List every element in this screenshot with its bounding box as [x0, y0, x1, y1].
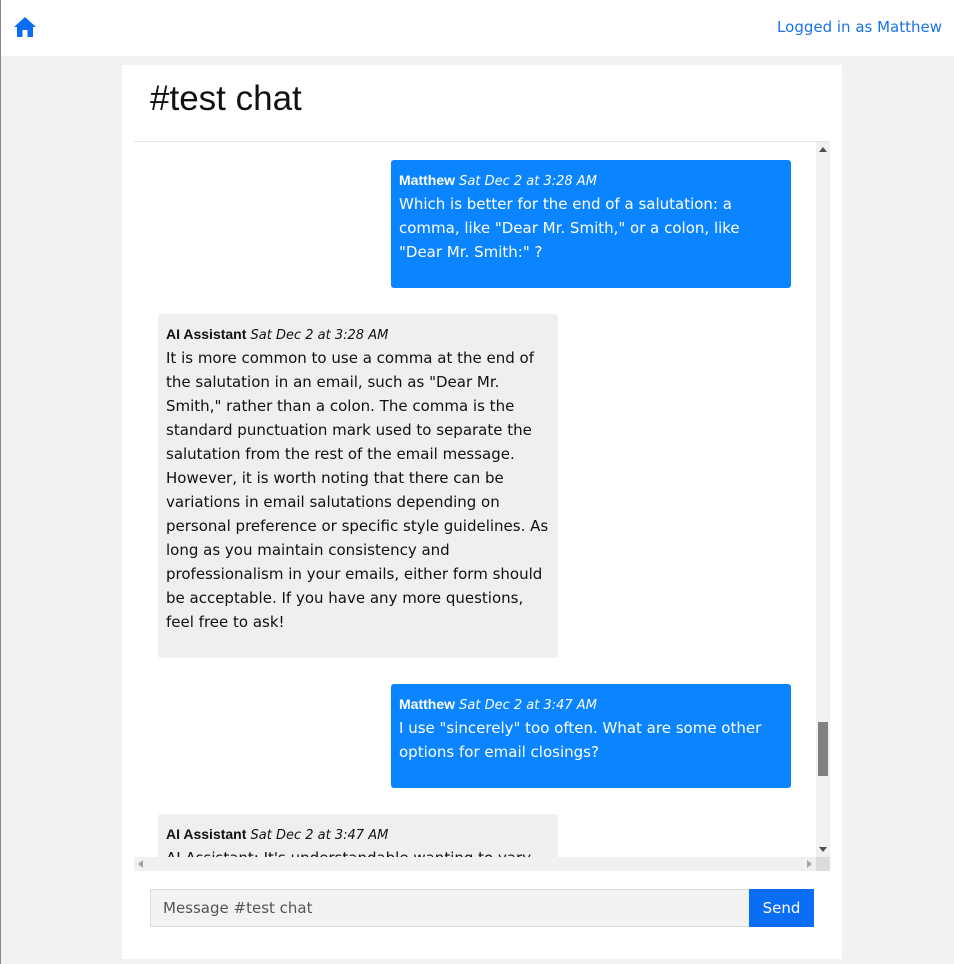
message-sender: Matthew — [399, 696, 455, 712]
scroll-right-icon[interactable] — [807, 860, 812, 868]
scrollbar-corner — [816, 857, 830, 871]
logged-in-link[interactable]: Logged in as Matthew — [777, 18, 942, 36]
scroll-down-icon[interactable] — [819, 847, 827, 852]
message-bubble-user: Matthew Sat Dec 2 at 3:47 AM I use "sinc… — [391, 684, 791, 788]
message-bubble-ai: AI Assistant Sat Dec 2 at 3:47 AM AI Ass… — [158, 814, 558, 857]
scroll-up-icon[interactable] — [819, 147, 827, 152]
message-list[interactable]: Matthew Sat Dec 2 at 3:28 AM Which is be… — [134, 142, 816, 857]
chat-card: #test chat Matthew Sat Dec 2 at 3:28 AM … — [122, 65, 842, 959]
home-icon[interactable] — [13, 16, 37, 38]
message-text: Which is better for the end of a salutat… — [399, 195, 740, 261]
message-timestamp: Sat Dec 2 at 3:47 AM — [459, 698, 597, 713]
message-timestamp: Sat Dec 2 at 3:28 AM — [459, 174, 597, 189]
message-sender: AI Assistant — [166, 826, 247, 842]
message-meta: Matthew Sat Dec 2 at 3:28 AM — [399, 170, 783, 192]
message-meta: AI Assistant Sat Dec 2 at 3:47 AM — [166, 824, 550, 846]
page-title: #test chat — [150, 79, 302, 118]
scrollbar-thumb[interactable] — [818, 722, 828, 776]
message-meta: AI Assistant Sat Dec 2 at 3:28 AM — [166, 324, 550, 346]
send-button[interactable]: Send — [749, 889, 814, 927]
message-timestamp: Sat Dec 2 at 3:28 AM — [250, 328, 389, 343]
message-text: I use "sincerely" too often. What are so… — [399, 719, 762, 761]
message-timestamp: Sat Dec 2 at 3:47 AM — [250, 828, 389, 843]
message-bubble-user: Matthew Sat Dec 2 at 3:28 AM Which is be… — [391, 160, 791, 288]
horizontal-scrollbar[interactable] — [134, 857, 816, 871]
message-sender: Matthew — [399, 172, 455, 188]
message-meta: Matthew Sat Dec 2 at 3:47 AM — [399, 694, 783, 716]
message-text: It is more common to use a comma at the … — [166, 349, 549, 631]
message-bubble-ai: AI Assistant Sat Dec 2 at 3:28 AM It is … — [158, 314, 558, 658]
message-text: AI Assistant: It's understandable wantin… — [166, 846, 550, 857]
scroll-left-icon[interactable] — [138, 860, 143, 868]
message-input[interactable] — [150, 889, 749, 927]
vertical-scrollbar[interactable] — [816, 142, 830, 857]
top-bar: Logged in as Matthew — [1, 0, 954, 56]
message-sender: AI Assistant — [166, 326, 247, 342]
